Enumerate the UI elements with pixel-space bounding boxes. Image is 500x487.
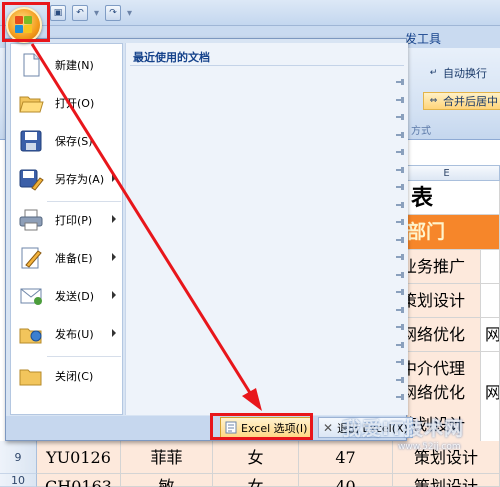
- col-e-cell[interactable]: [481, 284, 500, 318]
- close-folder-icon: [18, 363, 44, 389]
- table-cell-dept[interactable]: 策划设计: [393, 474, 500, 487]
- merge-center-button[interactable]: ⇔ 合并后居中: [423, 92, 500, 110]
- open-folder-icon: [18, 90, 44, 116]
- save-as-icon: [18, 166, 44, 192]
- menu-divider: [47, 201, 121, 202]
- recent-documents-title: 最近使用的文档: [133, 51, 210, 64]
- menu-item-label: 另存为(A): [55, 173, 105, 186]
- save-icon[interactable]: ▣: [50, 5, 66, 21]
- menu-item-close[interactable]: 关闭(C): [11, 359, 122, 393]
- pin-icon[interactable]: [396, 289, 405, 295]
- pin-icon[interactable]: [396, 376, 405, 383]
- menu-divider: [47, 356, 121, 357]
- menu-item-prepare[interactable]: 准备(E): [11, 241, 122, 275]
- submenu-arrow-icon: [112, 253, 116, 261]
- menu-item-new[interactable]: 新建(N): [11, 48, 122, 82]
- table-cell-name[interactable]: 菲菲: [121, 441, 213, 474]
- pin-icon[interactable]: [396, 166, 405, 173]
- prepare-icon: [18, 245, 44, 271]
- pin-icon[interactable]: [396, 184, 405, 190]
- pin-icon[interactable]: [396, 96, 405, 103]
- watermark-text: 我爱IT技术网: [342, 418, 465, 440]
- menu-item-label: 发送(D): [55, 290, 95, 303]
- pin-icon[interactable]: [396, 219, 405, 225]
- publish-icon: [18, 321, 44, 347]
- menu-item-label: 关闭(C): [55, 370, 94, 383]
- table-cell-gender[interactable]: 女: [213, 441, 299, 474]
- submenu-arrow-icon: [112, 174, 116, 182]
- pin-icon[interactable]: [396, 149, 405, 155]
- menu-item-send[interactable]: 发送(D): [11, 279, 122, 313]
- pin-icon[interactable]: [396, 201, 405, 208]
- pin-icon[interactable]: [396, 394, 405, 400]
- close-icon: ✕: [323, 420, 334, 435]
- menu-item-print[interactable]: 打印(P): [11, 203, 122, 237]
- submenu-arrow-icon: [112, 291, 116, 299]
- menu-item-label: 发布(U): [55, 328, 94, 341]
- table-cell-name[interactable]: 敏: [121, 474, 213, 487]
- menu-item-open[interactable]: 打开(O): [11, 86, 122, 120]
- pin-icon[interactable]: [396, 131, 405, 138]
- pin-icon[interactable]: [396, 79, 405, 85]
- table-cell-age[interactable]: 40: [299, 474, 393, 487]
- menu-item-label: 打印(P): [55, 214, 93, 227]
- quick-access-toolbar: ▣ ↶ ▾ ↷ ▾: [50, 5, 132, 21]
- watermark-url: www.52ij.com: [398, 442, 461, 452]
- merge-center-icon: ⇔: [429, 96, 438, 106]
- pin-icon[interactable]: [396, 341, 405, 348]
- menu-item-label: 准备(E): [55, 252, 93, 265]
- office-menu-commands: 新建(N) 打开(O) 保存(S) 另存为(A) 打印(P) 准备(E) 发送(…: [10, 43, 123, 415]
- title-bar: ▣ ↶ ▾ ↷ ▾: [0, 0, 500, 26]
- menu-item-save[interactable]: 保存(S): [11, 124, 122, 158]
- redo-icon[interactable]: ↷: [105, 5, 122, 21]
- pin-icon[interactable]: [396, 324, 405, 330]
- recent-divider: [130, 65, 404, 66]
- submenu-arrow-icon: [112, 215, 116, 223]
- excel-options-highlight: [210, 413, 313, 440]
- menu-item-label: 打开(O): [55, 97, 95, 110]
- col-e-cell[interactable]: [481, 250, 500, 284]
- sheet-title-cell[interactable]: 表: [393, 181, 500, 215]
- submenu-arrow-icon: [112, 329, 116, 337]
- col-e-cell[interactable]: 网: [481, 376, 500, 410]
- new-document-icon: [18, 52, 44, 78]
- table-cell-id[interactable]: CH0163: [37, 474, 121, 487]
- undo-dropdown-icon[interactable]: ▾: [94, 8, 99, 19]
- pin-icon[interactable]: [396, 114, 405, 120]
- menu-item-save-as[interactable]: 另存为(A): [11, 162, 122, 196]
- menu-item-label: 保存(S): [55, 135, 93, 148]
- row-header[interactable]: 9: [0, 441, 37, 474]
- recent-documents-pane: 最近使用的文档: [125, 43, 408, 415]
- table-cell-id[interactable]: YU0126: [37, 441, 121, 474]
- send-icon: [18, 283, 44, 309]
- undo-icon[interactable]: ↶: [72, 5, 88, 21]
- office-menu: 新建(N) 打开(O) 保存(S) 另存为(A) 打印(P) 准备(E) 发送(…: [5, 38, 413, 441]
- wrap-text-icon: ↵: [429, 68, 438, 78]
- save-disk-icon: [18, 128, 44, 154]
- dept-header-cell[interactable]: 部门: [393, 215, 500, 250]
- pin-icon[interactable]: [396, 306, 405, 313]
- merge-center-label: 合并后居中: [443, 95, 498, 108]
- column-header-e[interactable]: E: [393, 165, 500, 181]
- alignment-group-label: 方式: [411, 126, 431, 137]
- wrap-text-button[interactable]: ↵ 自动换行: [424, 64, 490, 82]
- pin-icon[interactable]: [396, 271, 405, 278]
- pin-icon[interactable]: [396, 236, 405, 243]
- table-cell-gender[interactable]: 女: [213, 474, 299, 487]
- office-button-highlight: [2, 2, 50, 42]
- row-header[interactable]: 10: [0, 474, 37, 487]
- menu-item-publish[interactable]: 发布(U): [11, 317, 122, 351]
- pin-icon[interactable]: [396, 254, 405, 260]
- site-watermark: 我爱IT技术网 www.52ij.com: [336, 410, 496, 470]
- customize-qat-icon[interactable]: ▾: [127, 8, 132, 19]
- col-e-cell[interactable]: 网: [481, 318, 500, 352]
- wrap-text-label: 自动换行: [443, 67, 487, 80]
- printer-icon: [18, 207, 44, 233]
- tab-developer[interactable]: 发工具: [405, 30, 441, 47]
- menu-item-label: 新建(N): [55, 59, 94, 72]
- pin-icon[interactable]: [396, 359, 405, 365]
